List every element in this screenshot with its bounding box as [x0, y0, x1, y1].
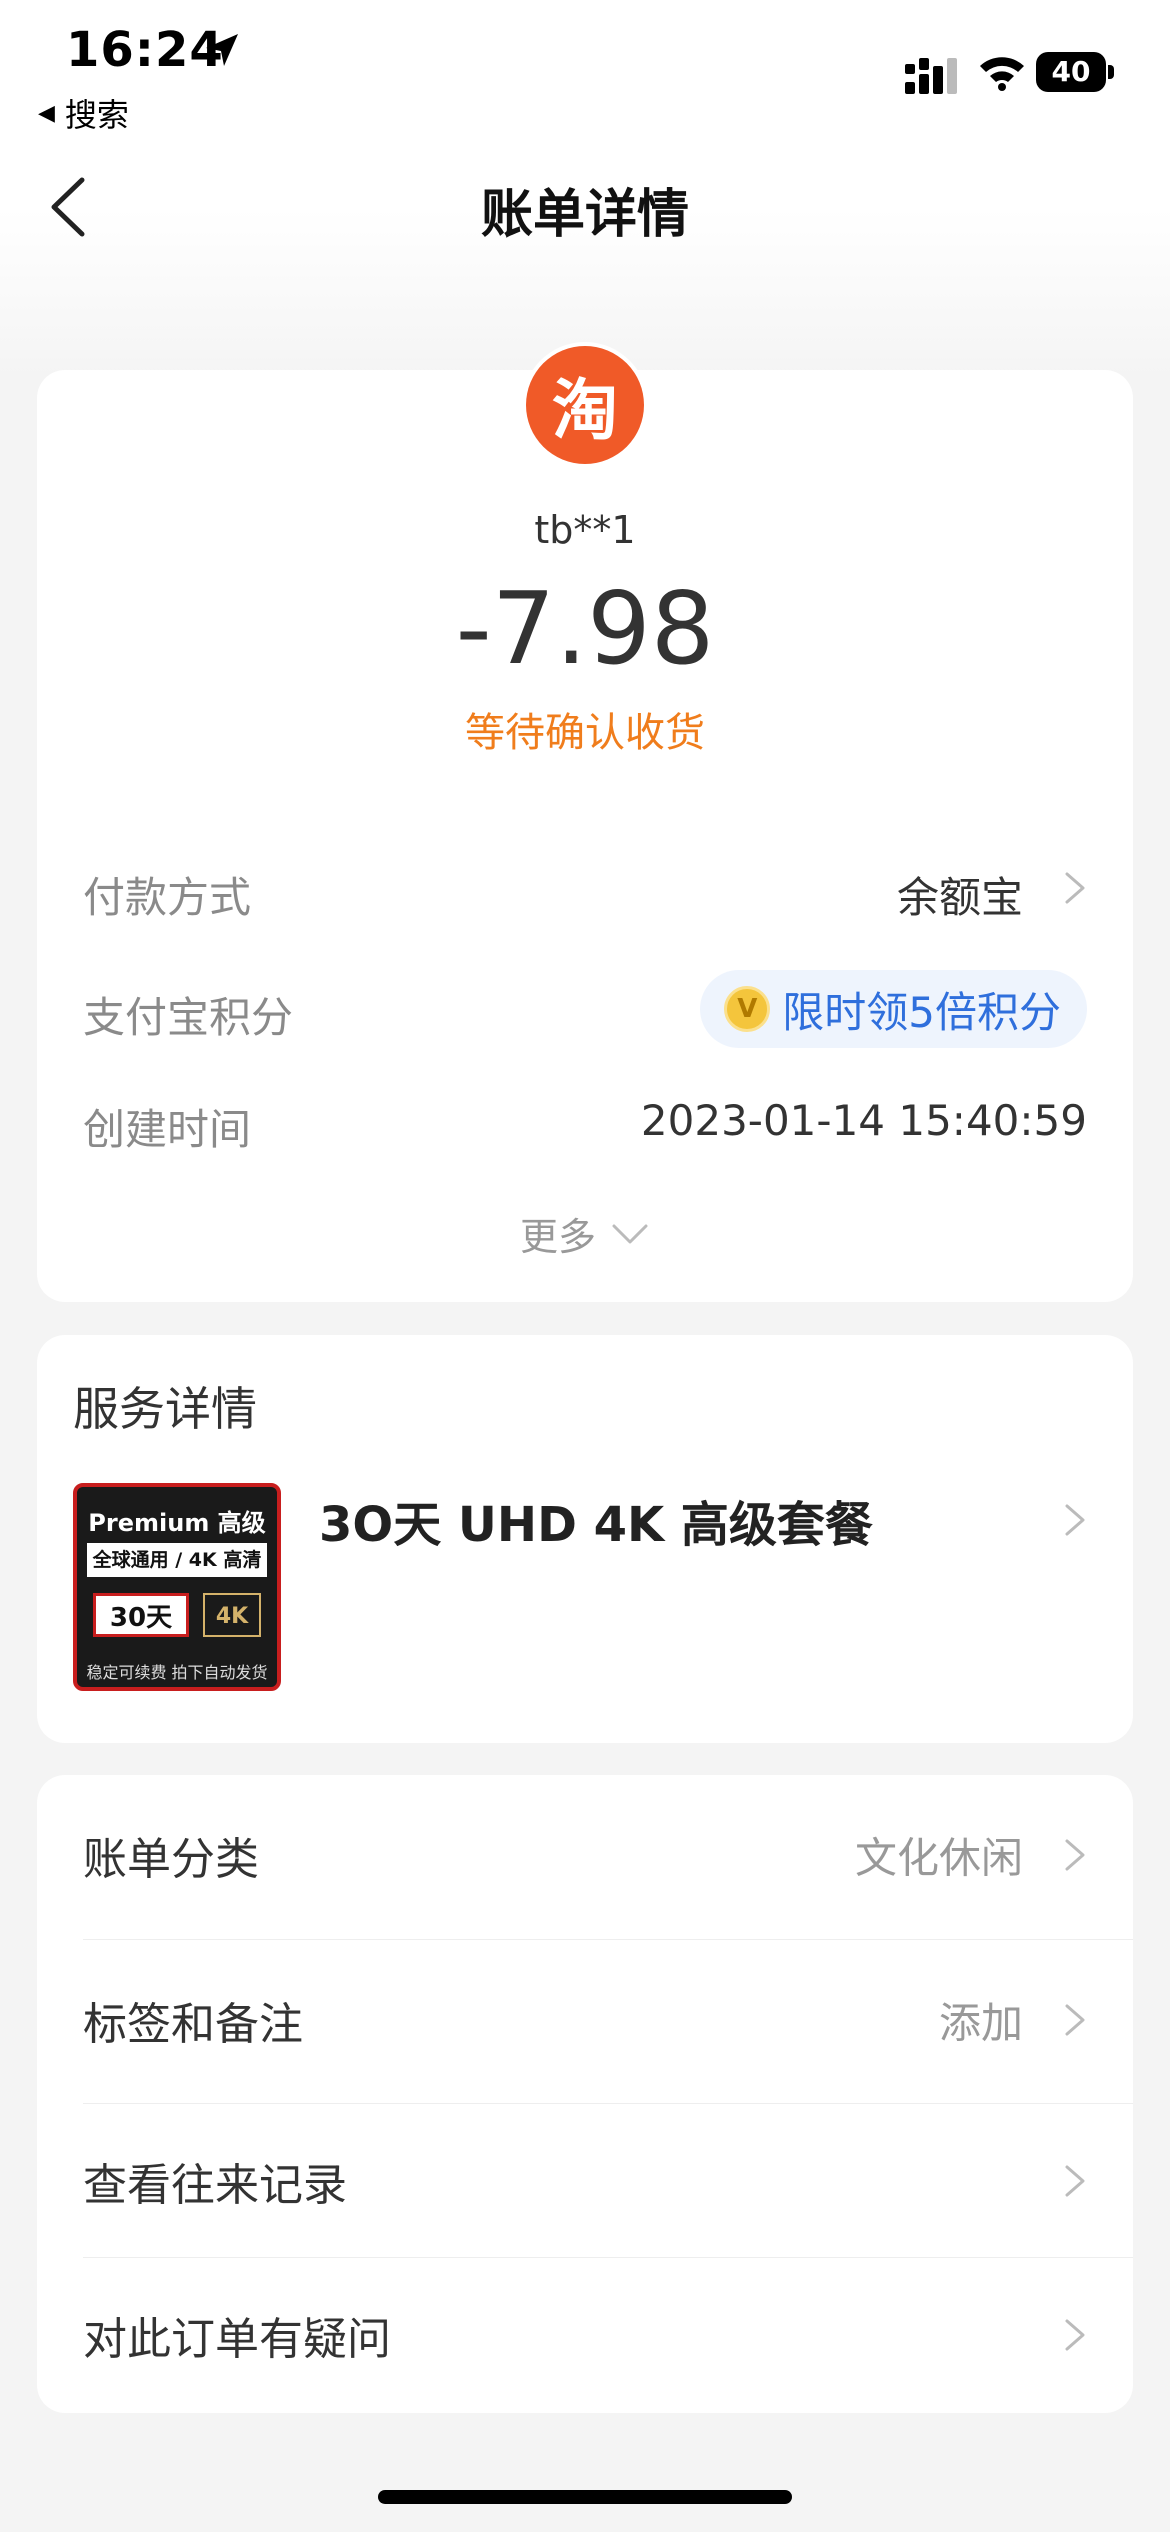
chevron-right-icon[interactable]	[1063, 868, 1087, 908]
battery-icon: 40	[1036, 52, 1114, 92]
transaction-history-label: 查看往来记录	[83, 2160, 347, 2211]
tags-notes-value: 添加	[938, 1998, 1023, 2048]
more-toggle[interactable]: 更多	[37, 1206, 1133, 1261]
back-to-app-link[interactable]: ◀ 搜索	[38, 90, 129, 136]
wifi-icon	[980, 57, 1024, 91]
chevron-right-icon	[1065, 2004, 1085, 2036]
created-time-value: 2023-01-14 15:40:59	[640, 1096, 1087, 1145]
service-details-card: 服务详情 Premium 高级 全球通用 / 4K 高清 30天 4K 稳定可续…	[37, 1335, 1133, 1743]
payment-method-label: 付款方式	[83, 873, 252, 922]
merchant-name: tb**1	[534, 508, 636, 552]
product-name[interactable]: 3O天 UHD 4K 高级套餐	[319, 1485, 873, 1555]
list-item-bill-category[interactable]: 账单分类 文化休闲	[37, 1775, 1133, 1935]
chevron-right-icon[interactable]	[1063, 1500, 1087, 1540]
bill-category-value: 文化休闲	[854, 1833, 1023, 1883]
thumbnail-text-footer: 稳定可续费 拍下自动发货	[86, 1663, 268, 1682]
points-promo-text: 限时领5倍积分	[782, 987, 1061, 1037]
bill-category-label: 账单分类	[83, 1834, 259, 1885]
merchant-logo: 淘	[522, 342, 648, 468]
thumbnail-text-global: 全球通用 / 4K 高清	[87, 1543, 267, 1577]
order-status: 等待确认收货	[465, 710, 705, 756]
more-label: 更多	[519, 1215, 596, 1259]
battery-level: 40	[1036, 52, 1106, 92]
back-app-label: 搜索	[64, 96, 129, 134]
bill-actions-card: 账单分类 文化休闲 标签和备注 添加 查看往来记录 对此订单有疑问	[37, 1775, 1133, 2413]
bill-summary-card: 淘 tb**1 -7.98 等待确认收货 付款方式 余额宝 支付宝积分 V 限时…	[37, 342, 1133, 1302]
page-title: 账单详情	[480, 185, 689, 245]
service-details-title: 服务详情	[73, 1382, 257, 1436]
points-coin-icon: V	[724, 986, 771, 1032]
chevron-right-icon	[1065, 1839, 1085, 1871]
cellular-signal-icon	[905, 58, 957, 94]
created-time-label: 创建时间	[83, 1105, 252, 1154]
home-indicator[interactable]	[378, 2490, 792, 2504]
back-triangle-icon: ◀	[38, 100, 55, 126]
list-item-tags-notes[interactable]: 标签和备注 添加	[37, 1940, 1133, 2100]
product-thumbnail[interactable]: Premium 高级 全球通用 / 4K 高清 30天 4K 稳定可续费 拍下自…	[73, 1483, 281, 1691]
alipay-points-label: 支付宝积分	[83, 993, 294, 1042]
order-question-label: 对此订单有疑问	[83, 2314, 391, 2365]
chevron-right-icon	[1065, 2319, 1085, 2351]
thumbnail-text-days: 30天	[93, 1593, 189, 1637]
thumbnail-4k-badge: 4K	[203, 1593, 261, 1637]
list-item-order-question[interactable]: 对此订单有疑问	[37, 2255, 1133, 2415]
payment-method-value[interactable]: 余额宝	[897, 864, 1023, 925]
thumbnail-text-premium: Premium 高级	[88, 1509, 266, 1537]
taobao-logo-icon: 淘	[526, 346, 644, 464]
tags-notes-label: 标签和备注	[83, 1999, 303, 2050]
chevron-right-icon	[1065, 2165, 1085, 2197]
list-item-transaction-history[interactable]: 查看往来记录	[37, 2101, 1133, 2261]
points-promo-button[interactable]: V 限时领5倍积分	[700, 970, 1087, 1048]
status-time: 16:24	[66, 22, 224, 78]
chevron-down-icon	[612, 1224, 648, 1243]
location-arrow-icon	[206, 34, 238, 66]
bill-amount: -7.98	[455, 570, 715, 687]
